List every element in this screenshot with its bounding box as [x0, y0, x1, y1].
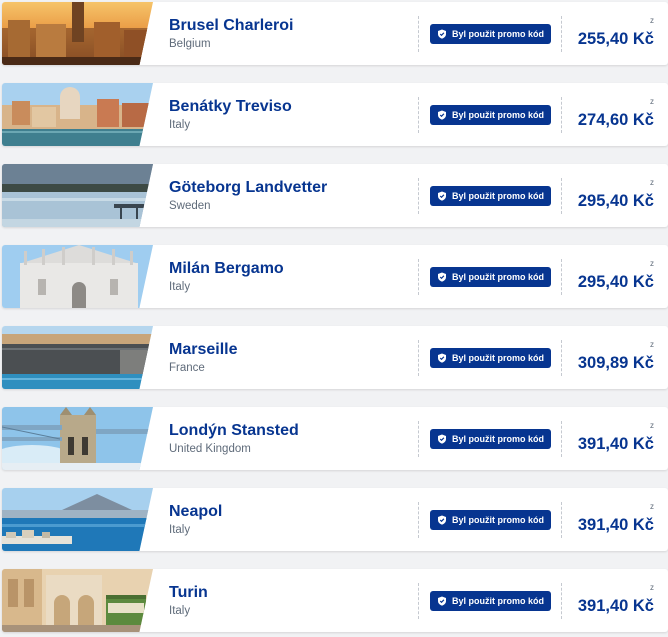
destination-photo: [2, 569, 153, 632]
price-from-label: z: [650, 583, 654, 592]
destination-card[interactable]: Göteborg Landvetter Sweden Byl použit pr…: [2, 164, 668, 227]
price-from-label: z: [650, 16, 654, 25]
destination-photo: [2, 164, 153, 227]
divider: [418, 97, 419, 133]
destination-city: Göteborg Landvetter: [169, 179, 328, 196]
shield-check-icon: [438, 353, 446, 363]
destination-card[interactable]: Brusel Charleroi Belgium Byl použit prom…: [2, 2, 668, 65]
price-from-label: z: [650, 502, 654, 511]
destination-country: France: [169, 362, 205, 374]
destination-price: 391,40 Kč: [577, 597, 654, 615]
divider: [561, 259, 562, 295]
destination-photo: [2, 245, 153, 308]
destination-country: Italy: [169, 119, 191, 131]
divider: [418, 259, 419, 295]
shield-check-icon: [438, 191, 446, 201]
destination-photo: [2, 407, 153, 470]
divider: [561, 97, 562, 133]
promo-code-badge: Byl použit promo kód: [430, 24, 551, 44]
promo-label: Byl použit promo kód: [452, 515, 544, 525]
destination-country: Italy: [169, 605, 191, 617]
destination-price: 255,40 Kč: [577, 30, 654, 48]
destination-photo: [2, 488, 153, 551]
promo-label: Byl použit promo kód: [452, 353, 544, 363]
destination-price: 295,40 Kč: [577, 273, 654, 291]
divider: [418, 178, 419, 214]
destination-price: 274,60 Kč: [577, 111, 654, 129]
destination-city: Milán Bergamo: [169, 260, 284, 277]
price-from-label: z: [650, 340, 654, 349]
shield-check-icon: [438, 110, 446, 120]
destination-country: Italy: [169, 281, 191, 293]
divider: [418, 16, 419, 52]
divider: [561, 340, 562, 376]
destination-price: 295,40 Kč: [577, 192, 654, 210]
promo-label: Byl použit promo kód: [452, 110, 544, 120]
destination-city: Benátky Treviso: [169, 98, 292, 115]
promo-code-badge: Byl použit promo kód: [430, 267, 551, 287]
shield-check-icon: [438, 434, 446, 444]
destination-photo: [2, 2, 153, 65]
destination-city: Turin: [169, 584, 208, 601]
destination-country: Italy: [169, 524, 191, 536]
divider: [561, 583, 562, 619]
promo-label: Byl použit promo kód: [452, 596, 544, 606]
destination-photo: [2, 326, 153, 389]
destination-card[interactable]: Milán Bergamo Italy Byl použit promo kód…: [2, 245, 668, 308]
divider: [418, 340, 419, 376]
promo-code-badge: Byl použit promo kód: [430, 429, 551, 449]
promo-code-badge: Byl použit promo kód: [430, 510, 551, 530]
price-from-label: z: [650, 97, 654, 106]
destination-photo: [2, 83, 153, 146]
divider: [418, 583, 419, 619]
destination-city: Londýn Stansted: [169, 422, 299, 439]
destination-city: Neapol: [169, 503, 223, 520]
destination-country: Belgium: [169, 38, 211, 50]
promo-label: Byl použit promo kód: [452, 29, 544, 39]
shield-check-icon: [438, 29, 446, 39]
destination-city: Brusel Charleroi: [169, 17, 294, 34]
price-from-label: z: [650, 421, 654, 430]
divider: [561, 421, 562, 457]
promo-label: Byl použit promo kód: [452, 434, 544, 444]
destination-card[interactable]: Marseille France Byl použit promo kód z …: [2, 326, 668, 389]
promo-code-badge: Byl použit promo kód: [430, 591, 551, 611]
promo-label: Byl použit promo kód: [452, 191, 544, 201]
destination-card[interactable]: Turin Italy Byl použit promo kód z 391,4…: [2, 569, 668, 632]
divider: [418, 421, 419, 457]
destination-card[interactable]: Neapol Italy Byl použit promo kód z 391,…: [2, 488, 668, 551]
destination-price: 309,89 Kč: [577, 354, 654, 372]
destination-price: 391,40 Kč: [577, 516, 654, 534]
divider: [561, 502, 562, 538]
destination-card[interactable]: Benátky Treviso Italy Byl použit promo k…: [2, 83, 668, 146]
divider: [561, 16, 562, 52]
price-from-label: z: [650, 259, 654, 268]
destination-price: 391,40 Kč: [577, 435, 654, 453]
shield-check-icon: [438, 515, 446, 525]
promo-code-badge: Byl použit promo kód: [430, 186, 551, 206]
promo-code-badge: Byl použit promo kód: [430, 105, 551, 125]
promo-code-badge: Byl použit promo kód: [430, 348, 551, 368]
price-from-label: z: [650, 178, 654, 187]
shield-check-icon: [438, 596, 446, 606]
destination-country: Sweden: [169, 200, 211, 212]
promo-label: Byl použit promo kód: [452, 272, 544, 282]
destination-card[interactable]: Londýn Stansted United Kingdom Byl použi…: [2, 407, 668, 470]
shield-check-icon: [438, 272, 446, 282]
destination-country: United Kingdom: [169, 443, 251, 455]
divider: [561, 178, 562, 214]
destination-city: Marseille: [169, 341, 238, 358]
divider: [418, 502, 419, 538]
